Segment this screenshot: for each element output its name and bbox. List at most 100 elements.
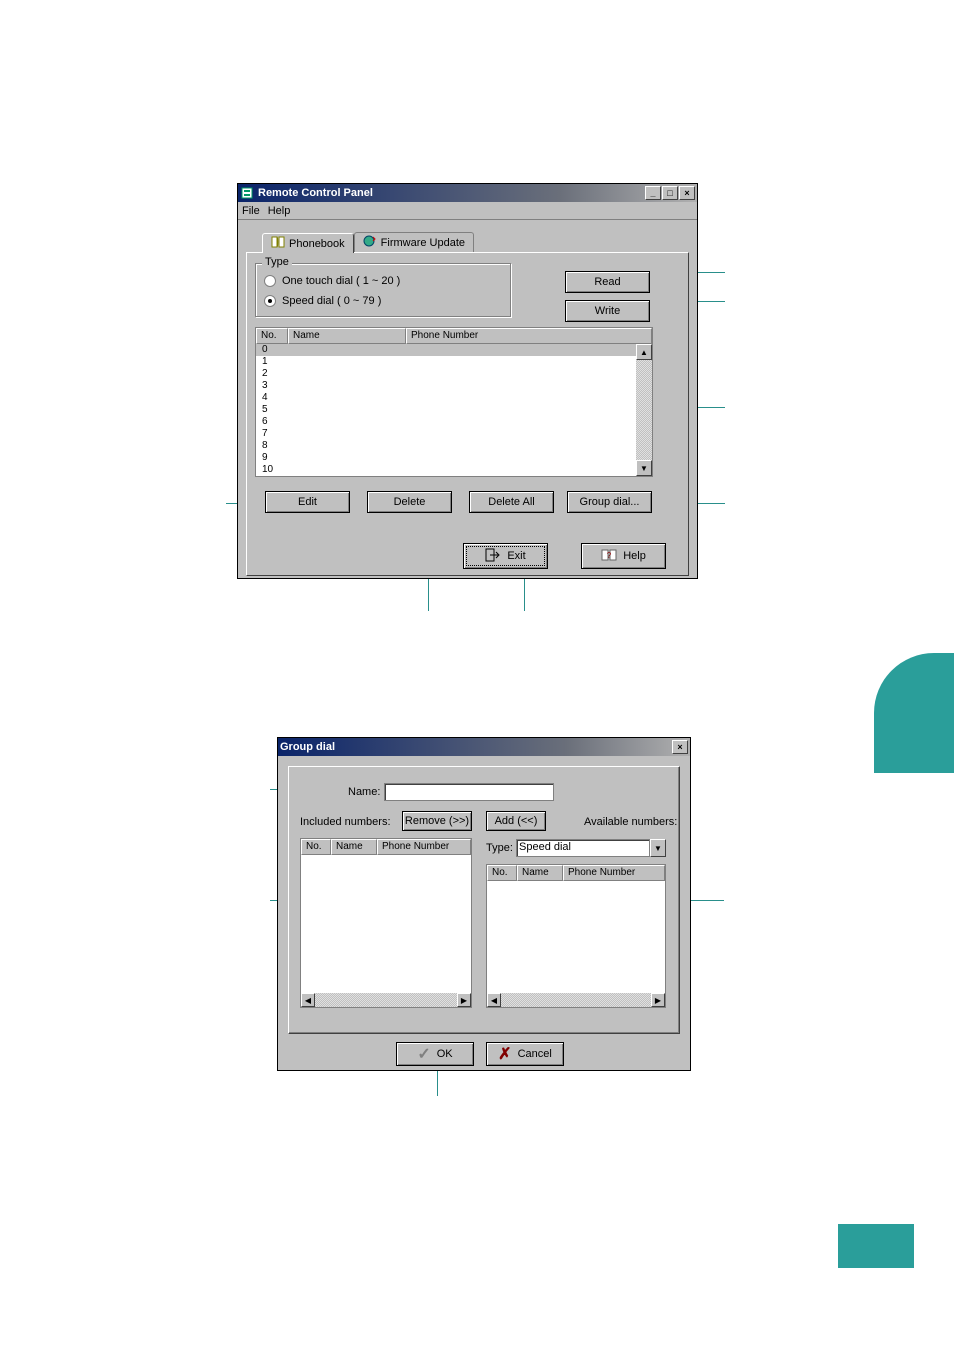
radio-label: Speed dial ( 0 ~ 79 ) (282, 295, 381, 307)
list-scrollbar[interactable] (636, 344, 652, 476)
scroll-right-button[interactable]: ▶ (651, 993, 665, 1007)
list-body: 0 1 2 3 4 5 6 7 8 9 10 11 12 (256, 344, 652, 476)
list-row[interactable]: 2 (256, 368, 652, 380)
button-label: Help (623, 550, 646, 562)
x-icon: ✗ (498, 1044, 511, 1064)
combo-value: Speed dial (516, 839, 650, 857)
available-list[interactable]: No. Name Phone Number ◀ ▶ (486, 864, 666, 1008)
col-no[interactable]: No. (256, 328, 288, 344)
button-label: Group dial... (580, 496, 640, 508)
groupbox-legend: Type (262, 256, 292, 268)
window-title: Remote Control Panel (258, 187, 373, 199)
type-label: Type: (486, 842, 513, 854)
phonebook-panel: Type One touch dial ( 1 ~ 20 ) Speed dia… (246, 252, 689, 576)
ok-button[interactable]: ✓ OK (396, 1042, 474, 1066)
radio-speed-dial[interactable]: Speed dial ( 0 ~ 79 ) (264, 292, 510, 310)
minimize-button[interactable]: _ (645, 186, 661, 200)
name-input[interactable] (384, 783, 554, 801)
add-button[interactable]: Add (<<) (486, 811, 546, 831)
col-no[interactable]: No. (301, 839, 331, 855)
radio-icon (264, 295, 276, 307)
read-button[interactable]: Read (565, 271, 650, 293)
list-row[interactable]: 10 (256, 464, 652, 476)
tab-label: Phonebook (289, 238, 345, 250)
list-row[interactable]: 4 (256, 392, 652, 404)
titlebar[interactable]: Remote Control Panel _ □ × (238, 184, 697, 202)
name-label: Name: (348, 786, 380, 798)
type-combobox[interactable]: Speed dial ▼ (516, 839, 666, 857)
button-label: Delete (394, 496, 426, 508)
titlebar[interactable]: Group dial × (278, 738, 690, 756)
group-dial-window: Group dial × Name: Included numbers: Rem… (277, 737, 691, 1071)
menu-help[interactable]: Help (268, 205, 291, 217)
tab-label: Firmware Update (381, 237, 465, 249)
list-row[interactable]: 3 (256, 380, 652, 392)
tab-phonebook[interactable]: Phonebook (262, 233, 354, 253)
col-name[interactable]: Name (288, 328, 406, 344)
col-phone[interactable]: Phone Number (377, 839, 471, 855)
list-row[interactable]: 0 (256, 344, 652, 356)
book-help-icon: ? (601, 548, 617, 565)
button-label: OK (437, 1048, 453, 1060)
help-button[interactable]: ? Help (581, 543, 666, 569)
list-row[interactable]: 5 (256, 404, 652, 416)
button-label: Add (<<) (495, 815, 538, 827)
scroll-down-button[interactable] (636, 460, 652, 476)
scroll-left-button[interactable]: ◀ (301, 993, 315, 1007)
phonebook-list[interactable]: No. Name Phone Number 0 1 2 3 4 5 6 7 8 … (255, 327, 653, 477)
chevron-down-icon[interactable]: ▼ (650, 839, 666, 857)
edit-button[interactable]: Edit (265, 491, 350, 513)
col-name[interactable]: Name (331, 839, 377, 855)
button-label: Edit (298, 496, 317, 508)
close-button[interactable]: × (672, 740, 688, 754)
tab-firmware-update[interactable]: Firmware Update (354, 232, 474, 252)
available-numbers-label: Available numbers: (584, 816, 677, 828)
col-phone[interactable]: Phone Number (563, 865, 665, 881)
delete-button[interactable]: Delete (367, 491, 452, 513)
maximize-button[interactable]: □ (662, 186, 678, 200)
scroll-up-button[interactable] (636, 344, 652, 360)
col-name[interactable]: Name (517, 865, 563, 881)
page-side-tab (874, 653, 954, 773)
menu-file[interactable]: File (242, 205, 260, 217)
svg-text:?: ? (607, 551, 612, 560)
list-header: No. Name Phone Number (256, 328, 652, 344)
radio-label: One touch dial ( 1 ~ 20 ) (282, 275, 400, 287)
col-phone[interactable]: Phone Number (406, 328, 652, 344)
list-header: No. Name Phone Number (487, 865, 665, 881)
check-icon: ✓ (417, 1044, 430, 1064)
button-label: Delete All (488, 496, 534, 508)
list-row[interactable]: 6 (256, 416, 652, 428)
type-groupbox: Type One touch dial ( 1 ~ 20 ) Speed dia… (255, 263, 511, 317)
menubar: File Help (238, 202, 697, 220)
button-label: Remove (>>) (405, 815, 469, 827)
list-scrollbar-h[interactable]: ◀ ▶ (487, 993, 665, 1007)
scroll-right-button[interactable]: ▶ (457, 993, 471, 1007)
exit-icon (485, 548, 501, 565)
scroll-left-button[interactable]: ◀ (487, 993, 501, 1007)
col-no[interactable]: No. (487, 865, 517, 881)
globe-arrow-icon (363, 235, 377, 250)
button-label: Exit (507, 550, 525, 562)
included-list[interactable]: No. Name Phone Number ◀ ▶ (300, 838, 472, 1008)
button-label: Cancel (518, 1048, 552, 1060)
app-icon (240, 186, 254, 200)
window-title: Group dial (280, 741, 335, 753)
group-dial-button[interactable]: Group dial... (567, 491, 652, 513)
close-button[interactable]: × (679, 186, 695, 200)
list-row[interactable]: 9 (256, 452, 652, 464)
cancel-button[interactable]: ✗ Cancel (486, 1042, 564, 1066)
list-scrollbar-h[interactable]: ◀ ▶ (301, 993, 471, 1007)
list-header: No. Name Phone Number (301, 839, 471, 855)
page-footer-box (838, 1224, 914, 1268)
list-row[interactable]: 1 (256, 356, 652, 368)
radio-icon (264, 275, 276, 287)
exit-button[interactable]: Exit (463, 543, 548, 569)
list-row[interactable]: 7 (256, 428, 652, 440)
radio-one-touch-dial[interactable]: One touch dial ( 1 ~ 20 ) (264, 272, 510, 290)
remove-button[interactable]: Remove (>>) (402, 811, 472, 831)
delete-all-button[interactable]: Delete All (469, 491, 554, 513)
list-body (487, 881, 665, 1007)
list-row[interactable]: 8 (256, 440, 652, 452)
write-button[interactable]: Write (565, 300, 650, 322)
